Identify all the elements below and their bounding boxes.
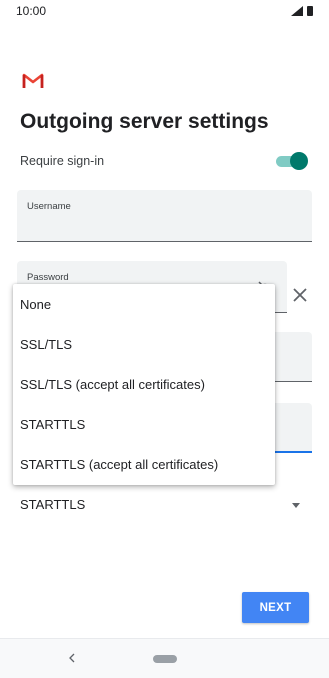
menu-item-ssl-tls[interactable]: SSL/TLS bbox=[13, 324, 275, 364]
menu-item-ssl-tls-accept-all[interactable]: SSL/TLS (accept all certificates) bbox=[13, 364, 275, 404]
page-title: Outgoing server settings bbox=[20, 110, 269, 133]
status-bar: 10:00 bbox=[0, 0, 329, 22]
require-signin-toggle[interactable] bbox=[276, 152, 308, 170]
gmail-logo-icon bbox=[22, 73, 44, 88]
status-time: 10:00 bbox=[16, 4, 47, 18]
status-icons bbox=[291, 6, 313, 16]
menu-item-starttls[interactable]: STARTTLS bbox=[13, 405, 275, 445]
security-type-value: STARTTLS bbox=[20, 497, 86, 512]
signal-icon bbox=[291, 6, 303, 16]
navigation-bar bbox=[0, 638, 329, 678]
toggle-thumb bbox=[290, 152, 308, 170]
security-type-menu: None SSL/TLS SSL/TLS (accept all certifi… bbox=[13, 284, 275, 485]
username-label: Username bbox=[27, 201, 71, 212]
menu-item-starttls-accept-all[interactable]: STARTTLS (accept all certificates) bbox=[13, 445, 275, 485]
password-label: Password bbox=[27, 272, 69, 283]
dropdown-arrow-icon bbox=[292, 503, 300, 508]
battery-icon bbox=[307, 6, 313, 16]
menu-item-none[interactable]: None bbox=[13, 284, 275, 324]
username-field[interactable]: Username bbox=[17, 190, 312, 242]
home-icon[interactable] bbox=[153, 655, 177, 663]
next-button[interactable]: NEXT bbox=[242, 592, 309, 623]
require-signin-row: Require sign-in bbox=[20, 152, 308, 172]
close-icon[interactable] bbox=[289, 284, 311, 306]
back-icon[interactable] bbox=[66, 651, 78, 665]
security-type-select[interactable]: STARTTLS bbox=[20, 494, 308, 516]
require-signin-label: Require sign-in bbox=[20, 154, 105, 168]
